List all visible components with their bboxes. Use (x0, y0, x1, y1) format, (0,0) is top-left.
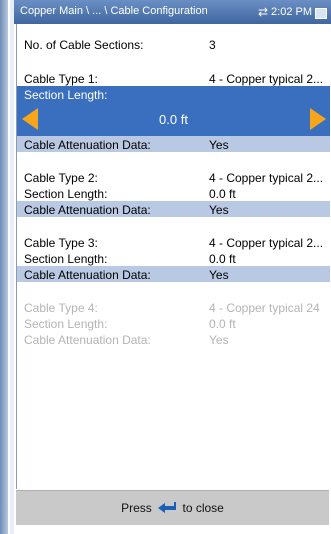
increase-arrow-icon[interactable] (310, 108, 326, 130)
cable1-length-row-selected[interactable]: Section Length: (17, 86, 330, 102)
num-sections-value: 3 (209, 38, 216, 52)
num-sections-label: No. of Cable Sections: (24, 38, 144, 52)
cable3-length-label: Section Length: (24, 252, 108, 266)
cable1-atten-value: Yes (209, 138, 229, 152)
cable2-atten-label: Cable Attenuation Data: (24, 203, 151, 217)
cable4-type-value: 4 - Copper typical 24 (209, 301, 320, 315)
num-sections-row[interactable]: No. of Cable Sections: 3 (17, 36, 330, 52)
cable1-length-label: Section Length: (24, 88, 108, 102)
close-hint: Press to close (16, 501, 329, 515)
cable4-atten-value: Yes (209, 333, 229, 347)
cable2-type-row[interactable]: Cable Type 2: 4 - Copper typical 2... (17, 169, 330, 185)
close-text: to close (182, 501, 224, 515)
cable2-atten-row[interactable]: Cable Attenuation Data: Yes (17, 201, 330, 217)
cable3-type-row[interactable]: Cable Type 3: 4 - Copper typical 2... (17, 234, 330, 250)
battery-icon (315, 7, 327, 19)
cable-config-list: No. of Cable Sections: 3 Cable Type 1: 4… (16, 24, 330, 489)
cable1-type-label: Cable Type 1: (24, 72, 98, 86)
cable3-length-value: 0.0 ft (209, 252, 236, 266)
cable3-atten-row[interactable]: Cable Attenuation Data: Yes (17, 266, 330, 282)
cable4-type-label: Cable Type 4: (24, 301, 98, 315)
bottom-margin (16, 525, 329, 534)
cable4-length-row-disabled: Section Length: 0.0 ft (17, 315, 330, 331)
cable1-type-row[interactable]: Cable Type 1: 4 - Copper typical 2... (17, 70, 330, 86)
cable2-length-row[interactable]: Section Length: 0.0 ft (17, 185, 330, 201)
cable3-type-value: 4 - Copper typical 2... (209, 236, 324, 250)
cable2-atten-value: Yes (209, 203, 229, 217)
close-hint-bar[interactable]: Press to close (16, 490, 329, 525)
cable2-type-label: Cable Type 2: (24, 171, 98, 185)
network-arrows-icon: ⇄ (257, 5, 269, 19)
cable1-type-value: 4 - Copper typical 2... (209, 72, 324, 86)
cable1-atten-row[interactable]: Cable Attenuation Data: Yes (17, 136, 330, 152)
frame-edge (10, 0, 14, 534)
cable3-atten-value: Yes (209, 268, 229, 282)
cable3-type-label: Cable Type 3: (24, 236, 98, 250)
cable4-length-value: 0.0 ft (209, 317, 236, 331)
cable1-length-value: 0.0 ft (159, 112, 188, 127)
cable4-atten-row-disabled: Cable Attenuation Data: Yes (17, 331, 330, 347)
press-text: Press (121, 501, 152, 515)
cable4-type-row-disabled: Cable Type 4: 4 - Copper typical 24 (17, 299, 330, 315)
cable2-length-value: 0.0 ft (209, 187, 236, 201)
cable1-atten-label: Cable Attenuation Data: (24, 138, 151, 152)
status-area: ⇄ 2:02 PM (255, 5, 327, 19)
window-edge-strip (0, 0, 8, 534)
cable3-atten-label: Cable Attenuation Data: (24, 268, 151, 282)
clock: 2:02 PM (271, 6, 312, 18)
cable2-length-label: Section Length: (24, 187, 108, 201)
cable4-length-label: Section Length: (24, 317, 108, 331)
cable2-type-value: 4 - Copper typical 2... (209, 171, 324, 185)
cable1-length-editor[interactable]: 0.0 ft (17, 102, 330, 136)
title-bar: Copper Main \ ... \ Cable Configuration … (14, 0, 331, 24)
return-arrow-icon (158, 502, 177, 513)
page-title: Copper Main \ ... \ Cable Configuration (20, 5, 208, 17)
cable3-length-row[interactable]: Section Length: 0.0 ft (17, 250, 330, 266)
cable4-atten-label: Cable Attenuation Data: (24, 333, 151, 347)
